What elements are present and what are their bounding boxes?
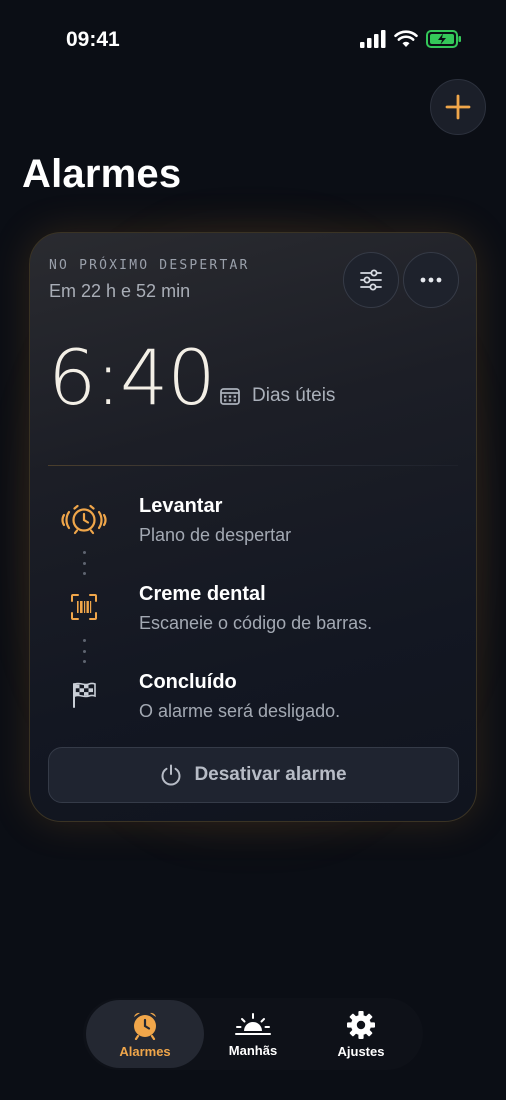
step-item[interactable]: Concluído O alarme será desligado.	[30, 671, 478, 731]
step-connector	[81, 639, 87, 663]
more-options-button[interactable]	[403, 252, 459, 308]
tab-label: Alarmes	[119, 1043, 171, 1059]
wifi-icon	[394, 30, 418, 47]
tab-settings[interactable]: Ajustes	[302, 1000, 420, 1068]
deactivate-label: Desativar alarme	[194, 764, 347, 785]
step-connector	[81, 551, 87, 575]
step-item[interactable]: Levantar Plano de despertar	[30, 495, 478, 555]
card-divider	[48, 465, 458, 466]
status-bar: 09:41	[0, 0, 506, 80]
page-title: Alarmes	[22, 152, 182, 196]
checkered-flag-icon	[60, 671, 108, 719]
add-alarm-button[interactable]	[430, 79, 486, 135]
status-time: 09:41	[66, 28, 120, 51]
ringing-alarm-icon	[60, 495, 108, 543]
plus-icon	[445, 94, 471, 120]
step-subtitle: O alarme será desligado.	[139, 701, 341, 721]
gear-icon	[347, 1010, 375, 1039]
alarm-settings-button[interactable]	[343, 252, 399, 308]
step-subtitle: Plano de despertar	[139, 525, 292, 545]
signal-icon	[360, 30, 386, 48]
next-alarm-card[interactable]: NO PRÓXIMO DESPERTAR Em 22 h e 52 min 6:…	[29, 232, 477, 822]
step-title: Concluído	[139, 671, 237, 693]
alarm-time: 6:40	[48, 333, 216, 422]
battery-icon	[426, 30, 461, 48]
tab-bar: Alarmes Manhãs Ajustes	[83, 998, 423, 1070]
ellipsis-icon	[420, 277, 442, 283]
step-title: Creme dental	[139, 583, 266, 605]
step-item[interactable]: Creme dental Escaneie o código de barras…	[30, 583, 478, 643]
tab-alarms[interactable]: Alarmes	[86, 1000, 204, 1068]
tab-label: Ajustes	[337, 1043, 385, 1059]
days-label: Dias úteis	[252, 385, 336, 406]
alarm-clock-icon	[134, 1012, 156, 1040]
tab-label: Manhãs	[228, 1042, 278, 1058]
step-subtitle: Escaneie o código de barras.	[139, 613, 373, 633]
deactivate-alarm-button[interactable]: Desativar alarme	[48, 747, 459, 803]
next-wake-eta: Em 22 h e 52 min	[49, 281, 191, 301]
step-title: Levantar	[139, 495, 223, 517]
alarm-days: Dias úteis	[220, 385, 335, 407]
power-icon	[161, 764, 181, 786]
calendar-icon	[220, 388, 240, 405]
barcode-scan-icon	[60, 583, 108, 631]
sliders-icon	[360, 269, 382, 291]
sunrise-icon	[235, 1012, 271, 1035]
tab-mornings[interactable]: Manhãs	[194, 1000, 312, 1068]
next-wake-label: NO PRÓXIMO DESPERTAR	[49, 258, 250, 273]
status-icons	[360, 30, 462, 48]
